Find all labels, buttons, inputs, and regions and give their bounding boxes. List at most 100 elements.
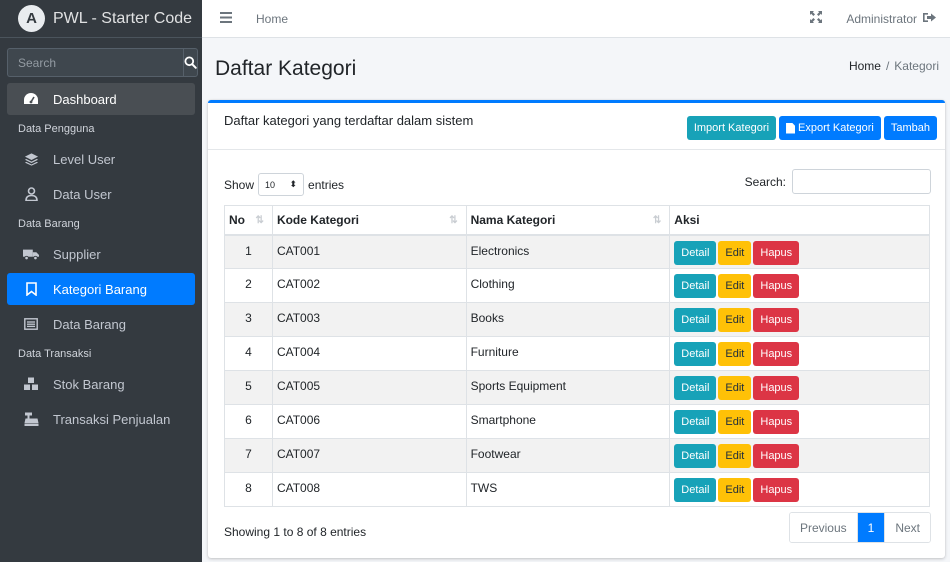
edit-button[interactable]: Edit (718, 274, 752, 298)
truck-icon (23, 246, 39, 262)
pagination-page-1[interactable]: 1 (856, 513, 885, 542)
cell-aksi: Detail Edit Hapus (669, 370, 930, 405)
nav-header-barang: Data Barang (18, 218, 80, 230)
delete-button[interactable]: Hapus (753, 342, 800, 366)
sort-icon: ⇅ (449, 215, 458, 226)
sidebar-item-transaksi-penjualan[interactable]: Transaksi Penjualan (7, 403, 195, 435)
card-title: Daftar kategori yang terdaftar dalam sis… (224, 113, 474, 128)
logout-button[interactable] (923, 11, 936, 26)
sidebar-item-stok-barang[interactable]: Stok Barang (7, 368, 195, 400)
edit-button[interactable]: Edit (718, 342, 752, 366)
col-header-nama[interactable]: Nama Kategori ⇅ (465, 205, 671, 236)
table-search-input[interactable] (792, 169, 931, 194)
edit-button[interactable]: Edit (718, 308, 752, 332)
table-controls: Show 10 ⬍ entries Search: (224, 169, 931, 196)
pagination: Previous 1 Next (788, 512, 931, 543)
sidebar-item-dashboard[interactable]: Dashboard (7, 83, 195, 115)
top-home-link[interactable]: Home (256, 12, 288, 26)
row-actions: Detail Edit Hapus (674, 342, 925, 366)
table-row: 2 CAT002 Clothing Detail Edit Hapus (224, 268, 930, 303)
fullscreen-button[interactable] (810, 11, 823, 26)
entries-length: Show 10 ⬍ entries (224, 173, 344, 196)
row-actions: Detail Edit Hapus (674, 240, 925, 265)
detail-button[interactable]: Detail (674, 410, 717, 434)
cell-aksi: Detail Edit Hapus (669, 268, 930, 303)
sidebar-item-kategori-barang[interactable]: Kategori Barang (7, 273, 195, 305)
cell-nama: Sports Equipment (465, 370, 671, 405)
list-icon (23, 316, 39, 332)
sidebar-item-label: Transaksi Penjualan (53, 411, 171, 427)
cell-kode: CAT008 (271, 472, 467, 507)
cell-no: 1 (224, 234, 273, 269)
pagination-previous[interactable]: Previous (789, 513, 857, 542)
col-header-kode[interactable]: Kode Kategori ⇅ (271, 205, 467, 236)
table-row: 1 CAT001 Electronics Detail Edit Hapus (224, 234, 930, 269)
search-button[interactable] (183, 48, 198, 77)
delete-button[interactable]: Hapus (753, 308, 800, 332)
brand-title: PWL - Starter Code (53, 9, 193, 27)
sidebar-item-level-user[interactable]: Level User (7, 143, 195, 175)
pagination-next[interactable]: Next (884, 513, 930, 542)
sidebar-item-data-barang[interactable]: Data Barang (7, 308, 195, 340)
col-header-label: No (229, 212, 245, 227)
tachometer-icon (23, 91, 39, 107)
delete-button[interactable]: Hapus (753, 444, 800, 468)
detail-button[interactable]: Detail (674, 444, 717, 468)
cell-kode: CAT005 (271, 370, 467, 405)
delete-button[interactable]: Hapus (753, 410, 800, 434)
col-header-no[interactable]: No ⇅ (224, 205, 273, 236)
edit-button[interactable]: Edit (718, 376, 752, 400)
add-category-button[interactable]: Tambah (883, 116, 937, 140)
cell-aksi: Detail Edit Hapus (669, 472, 930, 507)
sidebar-item-label: Level User (53, 151, 116, 167)
delete-button[interactable]: Hapus (753, 376, 800, 400)
delete-button[interactable]: Hapus (753, 240, 800, 265)
search-input[interactable] (7, 48, 183, 77)
menu-toggle-button[interactable] (220, 10, 232, 28)
search-icon (184, 56, 197, 69)
nav-header-pengguna: Data Pengguna (18, 123, 95, 135)
cell-aksi: Detail Edit Hapus (669, 404, 930, 439)
cell-kode: CAT002 (271, 268, 467, 303)
detail-button[interactable]: Detail (674, 478, 717, 502)
delete-button[interactable]: Hapus (753, 478, 800, 502)
file-icon (786, 122, 796, 134)
table-info: Showing 1 to 8 of 8 entries (224, 525, 367, 539)
detail-button[interactable]: Detail (674, 308, 717, 332)
brand-link[interactable]: A PWL - Starter Code (0, 0, 202, 38)
cell-kode: CAT004 (271, 336, 467, 371)
cell-kode: CAT006 (271, 404, 467, 439)
detail-button[interactable]: Detail (674, 376, 717, 400)
cell-nama: TWS (465, 472, 671, 507)
detail-button[interactable]: Detail (674, 342, 717, 366)
export-category-button[interactable]: Export Kategori (779, 116, 881, 140)
edit-button[interactable]: Edit (718, 410, 752, 434)
entries-select[interactable]: 10 ⬍ (258, 173, 305, 196)
sidebar-item-data-user[interactable]: Data User (7, 178, 195, 210)
export-label: Export Kategori (798, 122, 874, 134)
table-header-row: No ⇅ Kode Kategori ⇅ Nama Kategori ⇅ Aksi (224, 205, 930, 236)
cell-aksi: Detail Edit Hapus (669, 234, 930, 269)
user-menu[interactable]: Administrator (846, 12, 917, 26)
detail-button[interactable]: Detail (674, 240, 717, 265)
top-navbar: Home Administrator (202, 0, 950, 38)
cell-aksi: Detail Edit Hapus (669, 336, 930, 371)
cell-no: 8 (224, 472, 273, 507)
cubes-icon (23, 376, 39, 392)
edit-button[interactable]: Edit (718, 478, 752, 502)
sidebar-item-supplier[interactable]: Supplier (7, 238, 195, 270)
import-category-button[interactable]: Import Kategori (686, 116, 777, 140)
cell-no: 7 (224, 438, 273, 473)
edit-button[interactable]: Edit (718, 444, 752, 468)
card-tools: Import Kategori Export Kategori Tambah (686, 116, 937, 140)
row-actions: Detail Edit Hapus (674, 308, 925, 332)
show-label: Show (224, 177, 255, 192)
cell-nama: Smartphone (465, 404, 671, 439)
delete-button[interactable]: Hapus (753, 274, 800, 298)
sidebar-item-label: Supplier (53, 246, 101, 262)
detail-button[interactable]: Detail (674, 274, 717, 298)
sort-icon: ⇅ (652, 215, 662, 226)
edit-button[interactable]: Edit (718, 240, 752, 265)
breadcrumb-home[interactable]: Home (849, 59, 881, 73)
category-card: Daftar kategori yang terdaftar dalam sis… (208, 100, 945, 558)
